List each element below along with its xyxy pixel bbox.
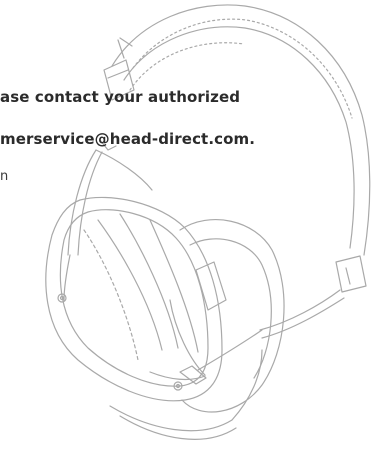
contact-instruction-line: ase contact your authorized [0,88,241,106]
customer-service-email-line: merservice@head-direct.com. [0,130,256,148]
body-text-fragment: n [0,169,9,184]
headphones-illustration [45,4,371,440]
manual-page: ase contact your authorized merservice@h… [0,0,374,458]
